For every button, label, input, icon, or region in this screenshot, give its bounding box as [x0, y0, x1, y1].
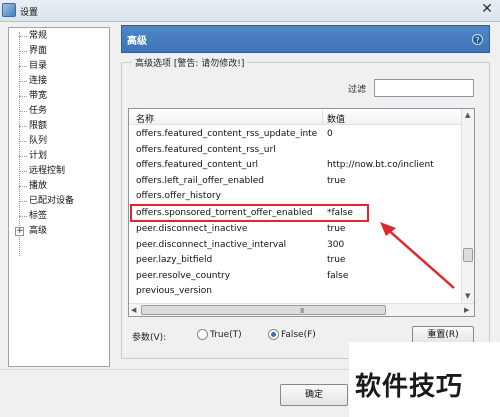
vertical-scrollbar[interactable]: ▲ ▼	[461, 109, 474, 304]
panel-title: 高级	[127, 36, 147, 47]
sidebar-item-queue[interactable]: 队列	[9, 134, 109, 149]
scroll-down-icon[interactable]: ▼	[465, 292, 470, 300]
table-row[interactable]: offers.offer_history	[129, 189, 462, 205]
scroll-grip-icon: III	[300, 307, 304, 315]
column-value-header[interactable]: 数值	[327, 112, 345, 125]
ok-button[interactable]: 确定	[280, 384, 348, 406]
horizontal-scroll-thumb[interactable]: III	[141, 305, 386, 315]
sidebar-item-quota[interactable]: 限额	[9, 119, 109, 134]
param-label: 参数(V):	[132, 333, 167, 343]
horizontal-scrollbar[interactable]: ◀ III ▶	[129, 303, 474, 316]
scroll-right-icon[interactable]: ▶	[464, 306, 469, 314]
sidebar-item-remote[interactable]: 远程控制	[9, 164, 109, 179]
sidebar-item-scheduler[interactable]: 计划	[9, 149, 109, 164]
list-header: 名称 数值	[129, 109, 462, 125]
sidebar-item-connection[interactable]: 连接	[9, 74, 109, 89]
table-row[interactable]: offers.featured_content_rss_update_inter…	[129, 127, 462, 143]
close-button[interactable]: ✕	[478, 2, 496, 18]
filter-label: 过滤	[348, 85, 367, 95]
table-row[interactable]: offers.left_rail_offer_enabled true	[129, 174, 462, 190]
sidebar-item-bandwidth[interactable]: 带宽	[9, 89, 109, 104]
settings-tree[interactable]: 常规 界面 目录 连接 带宽 任务 限额 队列 计划 远程控制 播放 已配对设备…	[8, 27, 110, 367]
filter-input[interactable]	[374, 79, 474, 97]
vertical-scroll-thumb[interactable]	[463, 248, 473, 262]
sidebar-item-general[interactable]: 常规	[9, 29, 109, 44]
scroll-left-icon[interactable]: ◀	[131, 306, 136, 314]
highlight-box	[130, 204, 369, 222]
sidebar-item-labels[interactable]: 标签	[9, 209, 109, 224]
table-row[interactable]: offers.featured_content_rss_url	[129, 143, 462, 159]
column-name-header[interactable]: 名称	[136, 112, 154, 125]
title-bar: 设置 ✕	[0, 0, 500, 22]
radio-false[interactable]	[268, 329, 279, 340]
panel-header: 高级 ?	[121, 25, 490, 53]
radio-true[interactable]	[197, 329, 208, 340]
app-icon	[2, 3, 16, 17]
annotation-arrow-icon	[380, 222, 455, 289]
watermark: 软件技巧	[355, 372, 464, 402]
sidebar-item-interface[interactable]: 界面	[9, 44, 109, 59]
sidebar-item-paired-devices[interactable]: 已配对设备	[9, 194, 109, 209]
table-row[interactable]: offers.featured_content_url http://now.bt…	[129, 158, 462, 174]
sidebar-item-advanced[interactable]: + 高级	[9, 224, 109, 239]
expand-icon[interactable]: +	[15, 227, 24, 236]
help-icon[interactable]: ?	[472, 34, 483, 45]
sidebar-item-directories[interactable]: 目录	[9, 59, 109, 74]
radio-false-label[interactable]: False(F)	[281, 330, 316, 340]
window-title: 设置	[20, 8, 39, 18]
sidebar-item-tasks[interactable]: 任务	[9, 104, 109, 119]
group-title: 高级选项 [警告: 请勿修改!]	[132, 56, 248, 69]
scroll-up-icon[interactable]: ▲	[465, 111, 470, 119]
sidebar-item-playback[interactable]: 播放	[9, 179, 109, 194]
radio-true-label[interactable]: True(T)	[210, 330, 242, 340]
